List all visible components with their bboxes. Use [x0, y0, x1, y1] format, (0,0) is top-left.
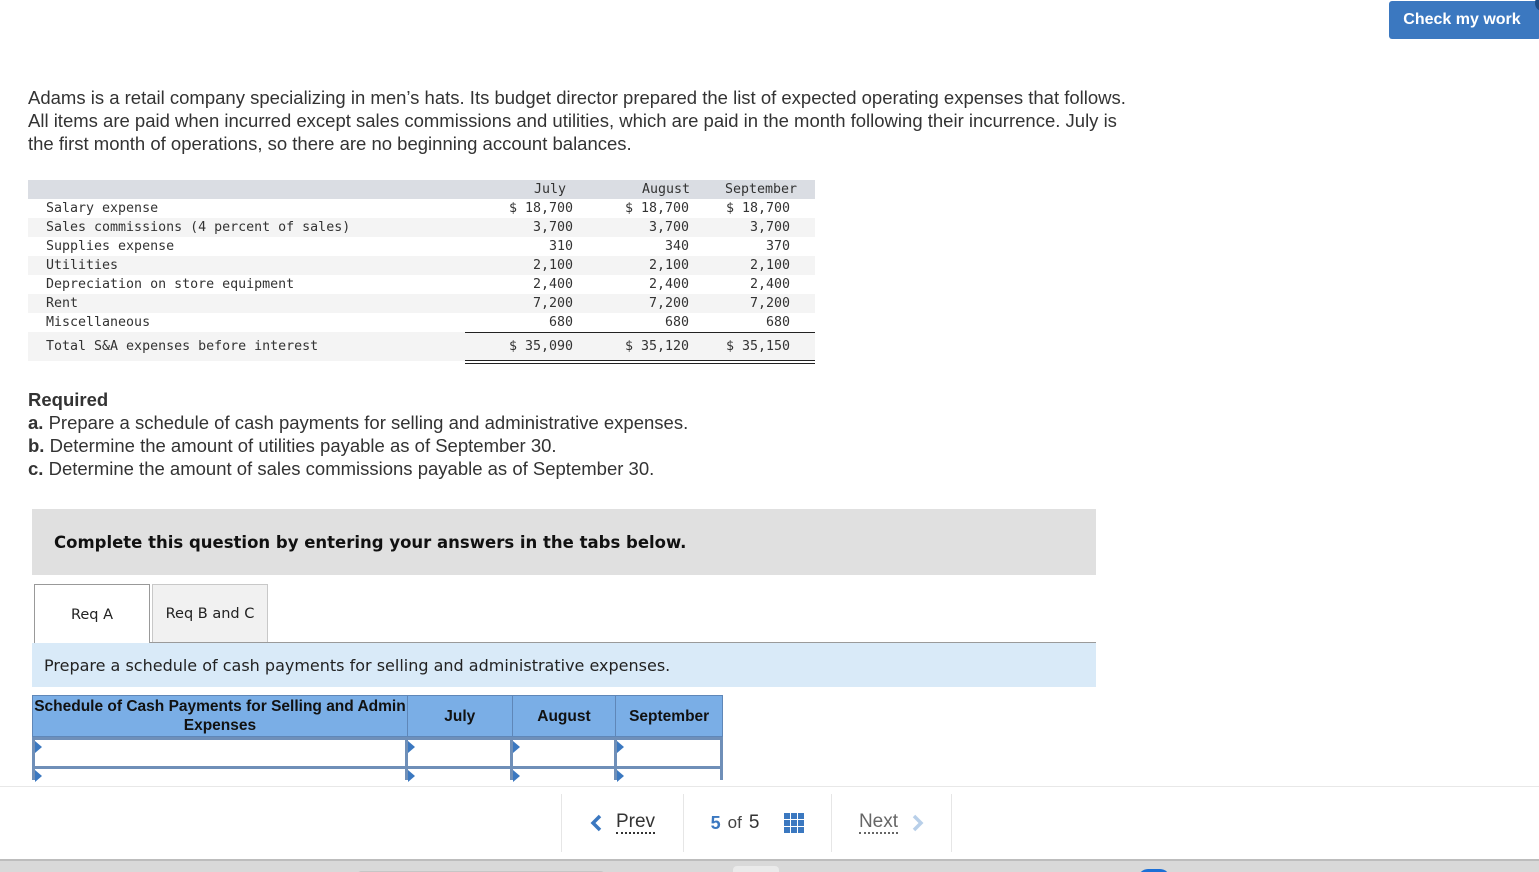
pager-divider: [0, 786, 1539, 787]
cash-payments-schedule: Schedule of Cash Payments for Selling an…: [32, 695, 723, 782]
check-my-work-label: Check my work: [1403, 11, 1521, 28]
intro-line: Adams is a retail company specializing i…: [28, 87, 1126, 108]
schedule-row: [32, 737, 723, 766]
expense-row: Depreciation on store equipment 2,400 2,…: [46, 277, 790, 292]
dropdown-marker-icon: [617, 770, 624, 782]
dropdown-marker-icon: [408, 741, 415, 753]
instructions-text: Complete this question by entering your …: [54, 532, 687, 552]
schedule-august-input[interactable]: [513, 740, 617, 766]
chevron-right-icon: [912, 814, 924, 832]
check-my-work-button[interactable]: Check my work: [1389, 0, 1539, 39]
schedule-row: [32, 766, 723, 782]
next-label: Next: [858, 811, 899, 834]
total-double-rule: [465, 360, 815, 364]
col-header-september: September: [724, 182, 797, 197]
dropdown-marker-icon: [408, 770, 415, 782]
tab-instruction-text: Prepare a schedule of cash payments for …: [44, 655, 671, 675]
required-item-b: b. Determine the amount of utilities pay…: [28, 435, 557, 456]
schedule-header-july: July: [408, 696, 513, 736]
schedule-july-input[interactable]: [408, 740, 513, 766]
expense-row: Miscellaneous 680 680 680: [46, 315, 790, 330]
schedule-header-title: Schedule of Cash Payments for Selling an…: [33, 696, 408, 736]
problem-intro: Adams is a retail company specializing i…: [28, 86, 1228, 155]
next-button[interactable]: Next: [832, 794, 951, 852]
grid-view-icon[interactable]: [784, 813, 805, 833]
tab-bar: Req A Req B and C: [34, 584, 268, 644]
schedule-september-input[interactable]: [617, 769, 723, 782]
subtotal-rule: [465, 332, 815, 333]
schedule-august-input[interactable]: [513, 769, 617, 782]
required-section: Required a. Prepare a schedule of cash p…: [28, 388, 688, 480]
expense-total-row: Total S&A expenses before interest $ 35,…: [28, 332, 815, 361]
col-header-august: August: [641, 182, 690, 197]
instructions-banner: Complete this question by entering your …: [32, 509, 1096, 575]
tab-req-b-and-c[interactable]: Req B and C: [152, 584, 268, 642]
scroll-notch: [1535, 0, 1539, 11]
schedule-header: Schedule of Cash Payments for Selling an…: [32, 695, 723, 737]
tab-req-a[interactable]: Req A: [34, 584, 150, 644]
dropdown-marker-icon: [35, 741, 42, 753]
expense-row: Salary expense $ 18,700 $ 18,700 $ 18,70…: [46, 201, 790, 216]
page-indicator: 5 of 5: [684, 794, 831, 852]
tab-instruction: Prepare a schedule of cash payments for …: [32, 643, 1096, 687]
dropdown-marker-icon: [513, 770, 520, 782]
schedule-header-september: September: [629, 707, 710, 725]
expense-table: July August September Salary expense $ 1…: [28, 180, 815, 364]
expense-row: Utilities 2,100 2,100 2,100: [28, 256, 815, 275]
current-page: 5: [710, 812, 721, 833]
required-item-c: c. Determine the amount of sales commiss…: [28, 458, 655, 479]
page-of-label: of: [727, 813, 742, 832]
dropdown-marker-icon: [513, 741, 520, 753]
intro-line: the first month of operations, so there …: [28, 133, 632, 154]
schedule-label-input[interactable]: [35, 769, 408, 782]
required-title: Required: [28, 389, 109, 410]
expense-row: Supplies expense 310 340 370: [46, 239, 790, 254]
schedule-label-input[interactable]: [35, 740, 408, 766]
expense-row: Rent 7,200 7,200 7,200: [28, 294, 815, 313]
taskbar: [0, 859, 1539, 872]
intro-line: All items are paid when incurred except …: [28, 110, 1117, 131]
col-header-july: July: [533, 182, 566, 197]
schedule-july-input[interactable]: [408, 769, 513, 782]
schedule-september-input[interactable]: [617, 740, 723, 766]
required-item-a: a. Prepare a schedule of cash payments f…: [28, 412, 689, 433]
prev-label: Prev: [615, 811, 656, 834]
expense-row: Sales commissions (4 percent of sales) 3…: [28, 218, 815, 237]
total-pages: 5: [748, 812, 760, 833]
taskbar-button[interactable]: [733, 866, 779, 872]
question-pager: Prev 5 of 5 Next: [561, 794, 952, 852]
dropdown-marker-icon: [617, 741, 624, 753]
schedule-header-august: August: [513, 696, 617, 736]
dropdown-marker-icon: [35, 770, 42, 782]
expense-table-header: July August September: [28, 180, 815, 199]
prev-button[interactable]: Prev: [562, 794, 683, 852]
chevron-left-icon: [590, 814, 602, 832]
